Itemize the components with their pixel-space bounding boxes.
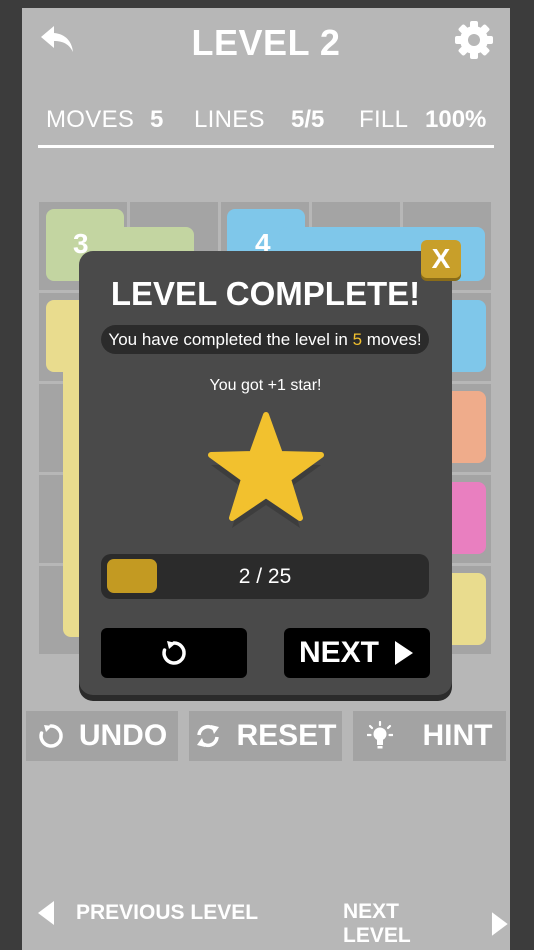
next-level-label: NEXT LEVEL	[343, 900, 411, 947]
fill-value: 100%	[425, 106, 487, 133]
fill-label: FILL	[359, 106, 409, 133]
undo-button[interactable]: UNDO	[26, 711, 178, 761]
progress-text: 2 / 25	[238, 565, 292, 588]
reset-button[interactable]: RESET	[189, 711, 342, 761]
completion-message: You have completed the level in 5 moves!	[101, 325, 429, 354]
message-moves: 5	[352, 330, 363, 349]
next-button-label: NEXT	[298, 636, 379, 669]
next-button[interactable]: NEXT	[284, 628, 430, 678]
next-level-button[interactable]: NEXT LEVEL	[343, 900, 510, 948]
replay-button[interactable]	[101, 628, 247, 678]
play-icon	[395, 641, 413, 665]
lines-value: 5/5	[291, 106, 325, 133]
hint-label: HINT	[422, 719, 493, 752]
replay-icon	[162, 641, 186, 665]
stats-bar: MOVES 5 LINES 5/5 FILL 100%	[46, 106, 486, 140]
message-prefix: You have completed the level in	[108, 330, 353, 349]
left-triangle-icon	[38, 901, 54, 925]
previous-level-button[interactable]: PREVIOUS LEVEL	[36, 900, 258, 926]
reset-icon	[197, 724, 220, 748]
previous-level-label: PREVIOUS LEVEL	[76, 901, 259, 924]
level-complete-dialog: LEVEL COMPLETE! X You have completed the…	[79, 240, 461, 695]
reset-label: RESET	[236, 719, 337, 752]
moves-label: MOVES	[46, 106, 135, 133]
game-screen: LEVEL 2 MOVES 5 LINES 5/5 FILL 100% 3 4 …	[22, 8, 510, 950]
undo-icon	[39, 724, 63, 748]
level-title: LEVEL 2	[191, 22, 341, 63]
close-button[interactable]: X	[421, 240, 461, 278]
undo-label: UNDO	[78, 719, 168, 752]
hint-button[interactable]: HINT	[353, 711, 506, 761]
gear-icon	[455, 21, 493, 59]
star-progress-bar: 2 / 25	[101, 554, 429, 599]
dialog-title: LEVEL COMPLETE!	[110, 275, 421, 312]
moves-value: 5	[150, 106, 164, 133]
star-reward-text: You got +1 star!	[209, 377, 322, 394]
lines-label: LINES	[194, 106, 265, 133]
star-icon	[208, 412, 324, 528]
lightbulb-icon	[366, 721, 393, 749]
right-triangle-icon	[492, 912, 509, 936]
settings-button[interactable]	[454, 20, 494, 60]
stats-divider	[38, 145, 494, 148]
message-suffix: moves!	[362, 330, 422, 349]
